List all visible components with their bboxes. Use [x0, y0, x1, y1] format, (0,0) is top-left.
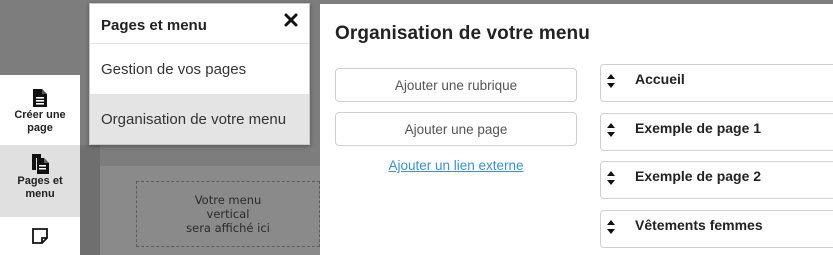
menu-organization-panel: Organisation de votre menu Ajouter une r…: [320, 4, 833, 255]
toolbar-create-page-label: Créer une page: [14, 109, 66, 134]
popup-item-menu-organization[interactable]: Organisation de votre menu: [90, 94, 309, 144]
sort-icon[interactable]: [606, 170, 616, 186]
popup-item-label: Gestion de vos pages: [101, 60, 247, 78]
sort-icon[interactable]: [606, 73, 616, 89]
add-page-button[interactable]: Ajouter une page: [335, 112, 577, 146]
menu-entry-accueil[interactable]: Accueil: [600, 64, 833, 102]
popup-title: Pages et menu: [101, 17, 207, 34]
document-icon: [32, 87, 48, 109]
add-section-button[interactable]: Ajouter une rubrique: [335, 68, 577, 102]
vertical-menu-placeholder: Votre menu vertical sera affiché ici: [136, 181, 320, 247]
page-preview-strip: [80, 145, 100, 255]
pages-menu-popup: Pages et menu Gestion de vos pages Organ…: [89, 3, 310, 145]
popup-item-manage-pages[interactable]: Gestion de vos pages: [90, 44, 309, 94]
toolbar-add[interactable]: [0, 217, 80, 255]
panel-title: Organisation de votre menu: [335, 23, 590, 44]
menu-entry-label: Exemple de page 2: [635, 168, 762, 184]
menu-entry-label: Vêtements femmes: [635, 217, 763, 233]
popup-item-label: Organisation de votre menu: [101, 110, 287, 128]
toolbar-pages-menu[interactable]: Pages et menu: [0, 145, 80, 217]
menu-entry-label: Exemple de page 1: [635, 120, 762, 136]
add-external-link[interactable]: Ajouter un lien externe: [335, 158, 577, 173]
sort-icon[interactable]: [606, 122, 616, 138]
toolbar-create-page[interactable]: Créer une page: [0, 79, 80, 145]
left-toolbar: Créer une page Pages et menu: [0, 75, 80, 255]
menu-entry-label: Accueil: [635, 71, 685, 87]
menu-entry-page-1[interactable]: Exemple de page 1: [600, 113, 833, 151]
toolbar-pages-menu-label: Pages et menu: [17, 175, 63, 200]
note-icon: [31, 225, 49, 247]
menu-placeholder-text: Votre menu vertical sera affiché ici: [186, 193, 270, 235]
menu-entry-page-2[interactable]: Exemple de page 2: [600, 161, 833, 199]
popup-header: Pages et menu: [90, 4, 309, 44]
sort-icon[interactable]: [606, 219, 616, 235]
close-icon[interactable]: [282, 11, 300, 29]
pages-icon: [30, 153, 50, 175]
menu-entry-womens-clothing[interactable]: Vêtements femmes: [600, 210, 833, 248]
